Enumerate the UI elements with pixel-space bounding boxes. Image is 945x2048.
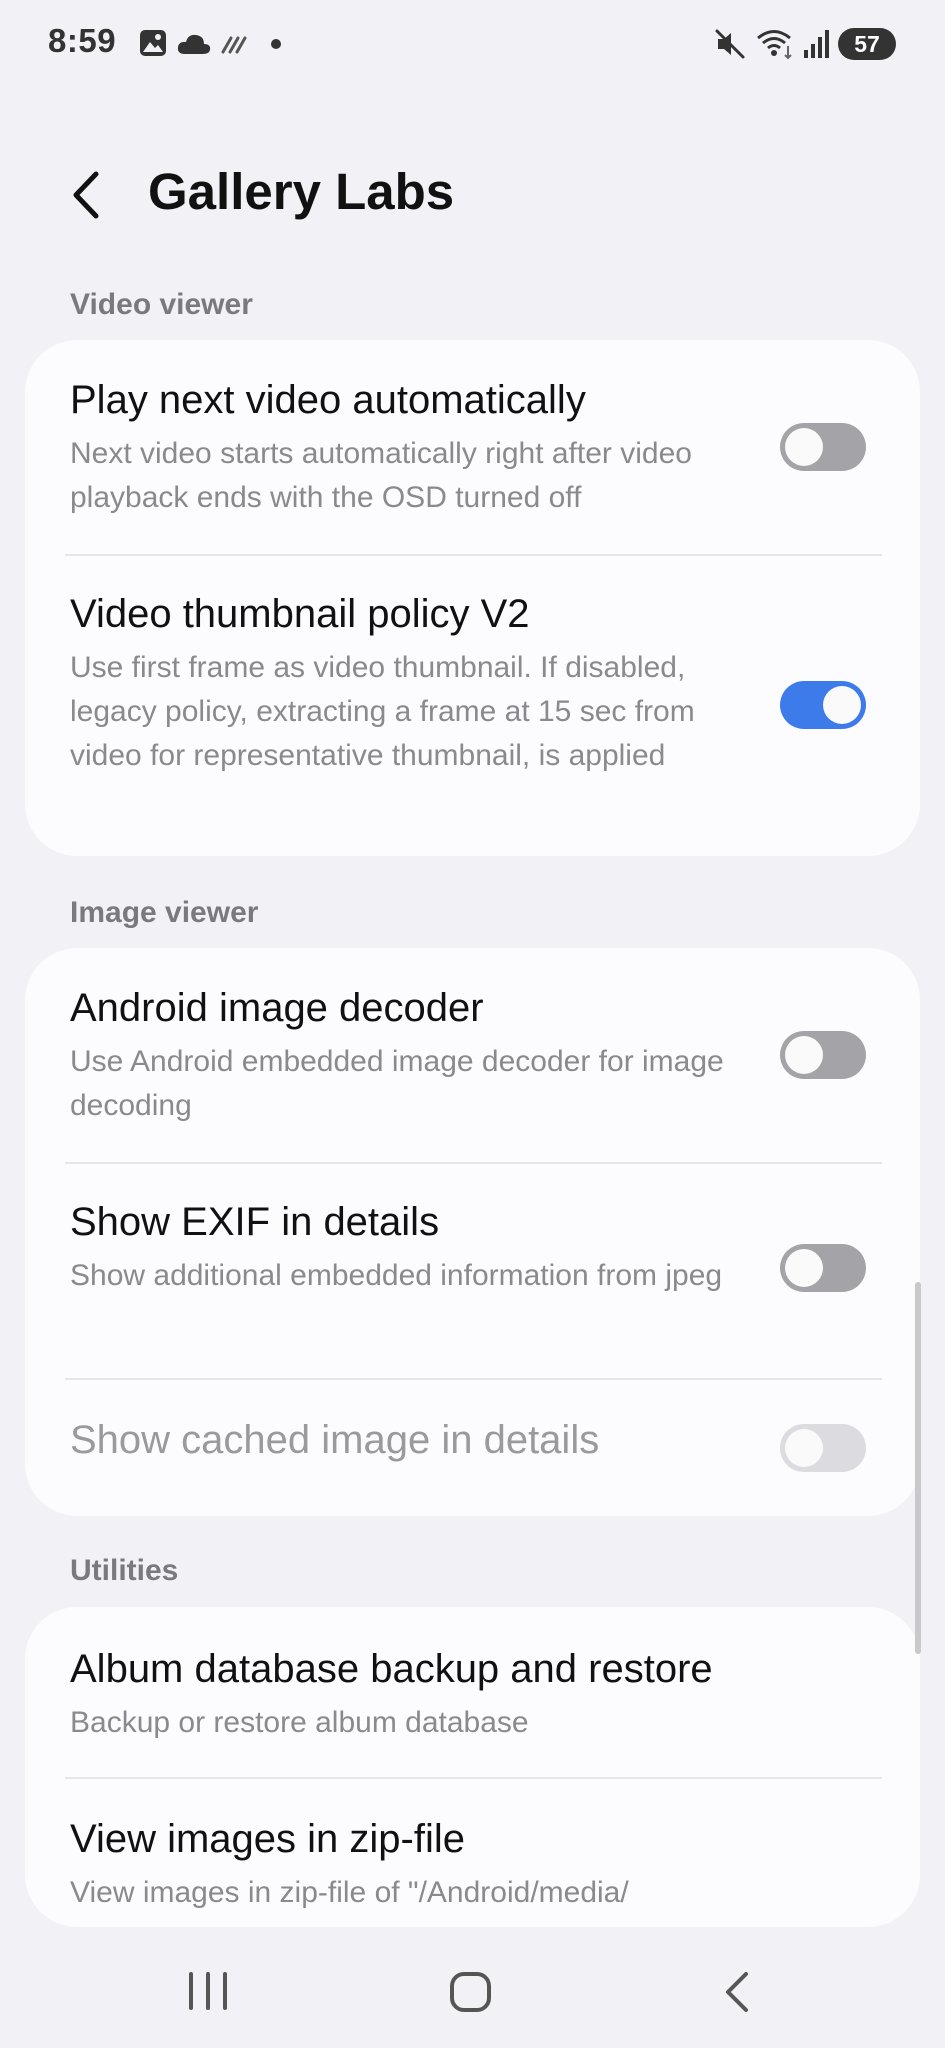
- setting-subtitle: Backup or restore album database: [70, 1706, 529, 1739]
- setting-show-exif[interactable]: Show EXIF in details Show additional emb…: [25, 1164, 920, 1378]
- setting-title: Android image decoder: [70, 986, 484, 1030]
- setting-show-cached-image: Show cached image in details: [25, 1380, 920, 1516]
- setting-android-image-decoder[interactable]: Android image decoder Use Android embedd…: [25, 948, 920, 1162]
- data-sync-icon: [221, 36, 247, 54]
- status-bar: 8:59 57: [0, 0, 945, 90]
- scroll-indicator[interactable]: [915, 1282, 921, 1654]
- section-header-utilities: Utilities: [70, 1554, 179, 1587]
- recent-apps-icon[interactable]: [185, 1970, 231, 2012]
- navigation-bar: [0, 1930, 945, 2048]
- setting-album-database-backup[interactable]: Album database backup and restore Backup…: [25, 1607, 920, 1777]
- setting-title: Album database backup and restore: [70, 1647, 713, 1691]
- section-header-video-viewer: Video viewer: [70, 288, 253, 321]
- setting-subtitle: Next video starts automatically right af…: [70, 437, 692, 514]
- chevron-left-icon: [73, 171, 99, 219]
- setting-title: Show EXIF in details: [70, 1200, 440, 1244]
- dot-icon: [271, 39, 281, 49]
- show-exif-toggle[interactable]: [780, 1244, 866, 1292]
- home-icon[interactable]: [448, 1970, 494, 2014]
- wifi-icon: [757, 30, 792, 60]
- video-viewer-card: Play next video automatically Next video…: [25, 340, 920, 856]
- video-thumbnail-policy-toggle[interactable]: [780, 681, 866, 729]
- setting-title: Play next video automatically: [70, 378, 586, 422]
- mute-icon: [715, 29, 745, 59]
- setting-subtitle: View images in zip-file of "/Android/med…: [70, 1876, 629, 1909]
- back-icon[interactable]: [718, 1970, 758, 2014]
- section-header-image-viewer: Image viewer: [70, 896, 259, 929]
- setting-subtitle: Use first frame as video thumbnail. If d…: [70, 651, 695, 772]
- setting-view-images-zip[interactable]: View images in zip-file View images in z…: [25, 1779, 920, 1927]
- android-image-decoder-toggle[interactable]: [780, 1031, 866, 1079]
- setting-subtitle: Use Android embedded image decoder for i…: [70, 1045, 724, 1122]
- setting-subtitle: Show additional embedded information fro…: [70, 1259, 723, 1292]
- cloud-icon: [177, 34, 211, 54]
- show-cached-image-toggle: [780, 1424, 866, 1472]
- page-title: Gallery Labs: [148, 163, 455, 220]
- play-next-video-toggle[interactable]: [780, 423, 866, 471]
- setting-title: Video thumbnail policy V2: [70, 592, 530, 636]
- setting-play-next-video[interactable]: Play next video automatically Next video…: [25, 340, 920, 554]
- gallery-icon: [140, 30, 166, 56]
- status-time: 8:59: [48, 22, 117, 59]
- setting-title: Show cached image in details: [70, 1418, 600, 1462]
- back-button[interactable]: [60, 160, 120, 230]
- setting-video-thumbnail-policy[interactable]: Video thumbnail policy V2 Use first fram…: [25, 556, 920, 856]
- image-viewer-card: Android image decoder Use Android embedd…: [25, 948, 920, 1516]
- battery-icon: 57: [838, 28, 896, 60]
- signal-icon: [804, 30, 829, 58]
- setting-title: View images in zip-file: [70, 1817, 465, 1861]
- utilities-card: Album database backup and restore Backup…: [25, 1607, 920, 1927]
